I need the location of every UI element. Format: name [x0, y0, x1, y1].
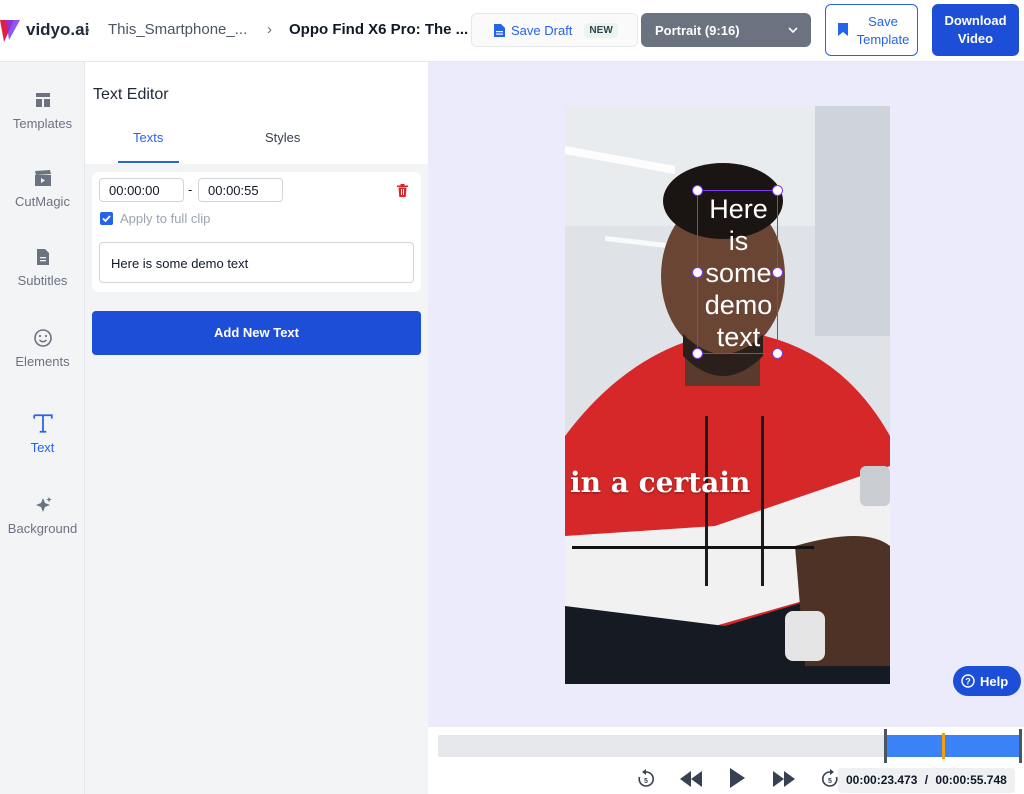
vidyo-logo-icon: [0, 20, 20, 42]
range-start-handle[interactable]: [884, 729, 887, 763]
top-bar: vidyo.ai › This_Smartphone_... › Oppo Fi…: [0, 0, 1024, 62]
document-icon: [36, 249, 49, 265]
play-icon[interactable]: [728, 768, 746, 788]
bookmark-icon: [838, 23, 848, 36]
sidebar-item-label: Background: [7, 521, 78, 536]
clapperboard-icon: [34, 170, 51, 186]
time-separator: -: [188, 182, 193, 197]
resize-handle[interactable]: [772, 348, 783, 359]
text-t-icon: [32, 414, 53, 433]
start-time-input[interactable]: 00:00:00: [99, 178, 184, 202]
sidebar-item-label: CutMagic: [15, 194, 70, 209]
playhead[interactable]: [942, 733, 945, 759]
help-label: Help: [980, 673, 1009, 689]
breadcrumb-folder[interactable]: This_Smartphone_...: [108, 21, 247, 38]
forward-5-icon[interactable]: 5: [820, 769, 840, 789]
sidebar-item-label: Subtitles: [17, 273, 68, 288]
resize-handle[interactable]: [692, 267, 703, 278]
resize-handle[interactable]: [772, 185, 783, 196]
download-video-button[interactable]: Download Video: [932, 4, 1019, 56]
sidebar-item-subtitles[interactable]: Subtitles: [0, 247, 85, 288]
sidebar-item-label: Elements: [15, 354, 70, 369]
apply-full-clip-checkbox[interactable]: [100, 212, 113, 225]
timeline-selected-range[interactable]: [887, 735, 1019, 757]
panel-title: Text Editor: [93, 86, 169, 103]
text-editor-panel: Text Editor Texts Styles 00:00:00 - 00:0…: [85, 62, 428, 794]
end-time-input[interactable]: 00:00:55: [198, 178, 283, 202]
help-button[interactable]: ? Help: [953, 666, 1021, 696]
timecode-display: 00:00:23.473 / 00:00:55.748: [838, 768, 1015, 793]
save-draft-button[interactable]: Save Draft NEW: [471, 13, 638, 47]
aspect-ratio-value: Portrait (9:16): [655, 22, 740, 38]
sidebar-item-templates[interactable]: Templates: [0, 90, 85, 131]
trash-icon[interactable]: [397, 184, 408, 197]
panel-header: Text Editor Texts Styles: [85, 62, 428, 164]
text-overlay-selection[interactable]: Here is some demo text: [692, 185, 783, 359]
chevron-right-icon: ›: [267, 21, 272, 38]
fast-backward-icon[interactable]: [680, 771, 702, 787]
download-video-label: Download Video: [944, 13, 1007, 46]
sidebar-item-label: Text: [30, 440, 55, 455]
sidebar-item-background[interactable]: Background: [0, 495, 85, 536]
file-icon: [494, 23, 505, 37]
fast-forward-icon[interactable]: [773, 771, 795, 787]
tab-texts[interactable]: Texts: [133, 130, 163, 145]
sparkle-icon: [35, 497, 52, 512]
timeline: 5 5 00:00:23.473 / 00:00:55.748: [428, 727, 1024, 794]
active-tab-indicator: [118, 161, 179, 163]
apply-full-clip-label[interactable]: Apply to full clip: [120, 211, 210, 226]
time-divider: /: [924, 773, 929, 787]
question-circle-icon: ?: [961, 674, 975, 688]
total-time: 00:00:55.748: [935, 773, 1007, 787]
subtitle-caption: in a certain: [570, 466, 751, 499]
save-template-label: Save Template: [856, 14, 910, 47]
aspect-ratio-select[interactable]: Portrait (9:16): [641, 13, 811, 47]
chevron-right-icon: ›: [85, 21, 90, 38]
new-badge: NEW: [584, 22, 618, 38]
sidebar-item-text[interactable]: Text: [0, 412, 85, 455]
sidebar-item-label: Templates: [12, 116, 73, 131]
timeline-bar-overlay: [572, 546, 814, 549]
smiley-icon: [33, 329, 52, 347]
save-template-button[interactable]: Save Template: [825, 4, 918, 56]
svg-text:5: 5: [828, 778, 832, 785]
text-entry-card: 00:00:00 - 00:00:55 Apply to full clip H…: [92, 172, 421, 292]
tab-styles[interactable]: Styles: [265, 130, 300, 145]
brand-logo[interactable]: vidyo.ai: [0, 14, 89, 46]
svg-text:?: ?: [965, 677, 971, 687]
add-new-text-button[interactable]: Add New Text: [92, 311, 421, 355]
breadcrumb-project[interactable]: Oppo Find X6 Pro: The ...: [289, 21, 468, 38]
checkmark-icon: [102, 215, 111, 223]
sidebar-item-cutmagic[interactable]: CutMagic: [0, 168, 85, 209]
resize-handle[interactable]: [692, 185, 703, 196]
overlay-text-input[interactable]: Here is some demo text: [99, 242, 414, 283]
sidebar: Templates CutMagic Subtitles Elements Te…: [0, 62, 85, 794]
layout-icon: [35, 93, 50, 107]
resize-handle[interactable]: [692, 348, 703, 359]
save-draft-label: Save Draft: [511, 22, 573, 38]
chevron-down-icon: [788, 27, 798, 34]
current-time: 00:00:23.473: [846, 773, 918, 787]
rewind-5-icon[interactable]: 5: [636, 769, 656, 789]
brand-name: vidyo.ai: [26, 20, 90, 39]
range-end-handle[interactable]: [1019, 729, 1022, 763]
svg-text:5: 5: [644, 778, 648, 785]
resize-handle[interactable]: [772, 267, 783, 278]
sidebar-item-elements[interactable]: Elements: [0, 328, 85, 369]
